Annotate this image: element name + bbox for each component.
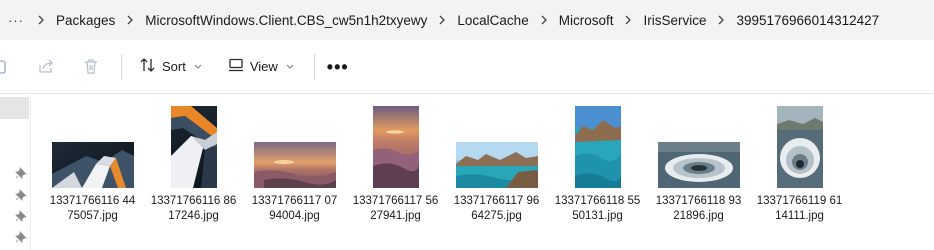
file-name-line: 14111.jpg	[775, 210, 824, 222]
address-bar[interactable]: ··· Packages MicrosoftWindows.Client.CBS…	[0, 0, 934, 40]
file-thumbnail	[574, 106, 621, 188]
share-icon[interactable]	[34, 52, 58, 82]
file-name-line: 13371766118 55	[554, 195, 641, 207]
file-list: 13371766116 44 75057.jpg 13371766116 86 …	[42, 100, 850, 250]
file-name-line: 13371766117 56	[352, 195, 439, 207]
pin-icon	[15, 167, 27, 179]
sort-label: Sort	[162, 59, 186, 74]
file-name-line: 13371766116 86	[150, 195, 237, 207]
view-icon	[228, 58, 244, 75]
breadcrumb-irisservice[interactable]: IrisService	[641, 13, 708, 28]
delete-icon[interactable]	[79, 52, 103, 82]
chevron-down-icon	[194, 62, 202, 72]
file-item[interactable]: 13371766117 07 94004.jpg	[244, 100, 345, 250]
chevron-right-icon[interactable]	[117, 15, 143, 25]
file-thumbnail	[455, 142, 538, 188]
file-thumbnail	[372, 106, 419, 188]
breadcrumb-current-folder[interactable]: 399517696601431242​7	[734, 13, 881, 28]
chevron-right-icon[interactable]	[429, 15, 455, 25]
file-name-line: 17246.jpg	[168, 210, 219, 222]
breadcrumb-package-folder[interactable]: MicrosoftWindows.Client.CBS_cw5n1h2txyew…	[143, 13, 429, 28]
navigation-pane[interactable]	[0, 95, 30, 250]
toolbar-divider	[121, 53, 122, 80]
file-item[interactable]: 13371766117 56 27941.jpg	[345, 100, 446, 250]
file-thumbnail	[170, 106, 217, 188]
file-name-line: 75057.jpg	[67, 210, 118, 222]
file-name-line: 13371766117 07	[251, 195, 338, 207]
breadcrumb-microsoft[interactable]: Microsoft	[557, 13, 616, 28]
chevron-right-icon	[28, 15, 54, 25]
sort-icon	[140, 57, 156, 76]
file-thumbnail	[253, 142, 336, 188]
view-label: View	[249, 59, 278, 74]
file-name-line: 13371766119 61	[756, 195, 843, 207]
file-item[interactable]: 13371766118 55 50131.jpg	[547, 100, 648, 250]
file-name-line: 13371766117 96	[453, 195, 540, 207]
toolbar-divider	[313, 53, 315, 80]
chevron-down-icon	[286, 62, 294, 72]
view-button[interactable]: View	[222, 52, 300, 82]
file-name-line: 50131.jpg	[572, 210, 623, 222]
chevron-right-icon[interactable]	[615, 15, 641, 25]
file-thumbnail	[776, 106, 823, 188]
file-name-line: 13371766118 93	[655, 195, 742, 207]
file-name-line: 27941.jpg	[370, 210, 421, 222]
pin-icon	[15, 231, 27, 243]
see-more-button[interactable]: •••	[321, 52, 355, 82]
more-options-icon: •••	[326, 56, 349, 77]
breadcrumb-overflow-button[interactable]: ···	[4, 13, 28, 28]
copy-icon[interactable]	[0, 52, 8, 82]
pin-icon	[15, 210, 27, 222]
sort-button[interactable]: Sort	[134, 52, 208, 82]
chevron-right-icon[interactable]	[531, 15, 557, 25]
nav-selected-item[interactable]	[0, 97, 29, 119]
pane-divider[interactable]	[30, 95, 31, 250]
file-item[interactable]: 13371766117 96 64275.jpg	[446, 100, 547, 250]
file-name-line: 13371766116 44	[49, 195, 136, 207]
file-thumbnail	[657, 142, 740, 188]
file-name-line: 21896.jpg	[673, 210, 724, 222]
file-item[interactable]: 13371766116 44 75057.jpg	[42, 100, 143, 250]
breadcrumb-packages[interactable]: Packages	[54, 13, 117, 28]
chevron-right-icon[interactable]	[708, 15, 734, 25]
file-item[interactable]: 13371766118 93 21896.jpg	[648, 100, 749, 250]
file-name-line: 94004.jpg	[269, 210, 320, 222]
file-item[interactable]: 13371766119 61 14111.jpg	[749, 100, 850, 250]
file-name-line: 64275.jpg	[471, 210, 522, 222]
command-bar: Sort View •••	[0, 40, 934, 94]
pin-icon	[15, 189, 27, 201]
file-thumbnail	[51, 142, 134, 188]
breadcrumb-localcache[interactable]: LocalCache	[455, 13, 530, 28]
file-item[interactable]: 13371766116 86 17246.jpg	[143, 100, 244, 250]
